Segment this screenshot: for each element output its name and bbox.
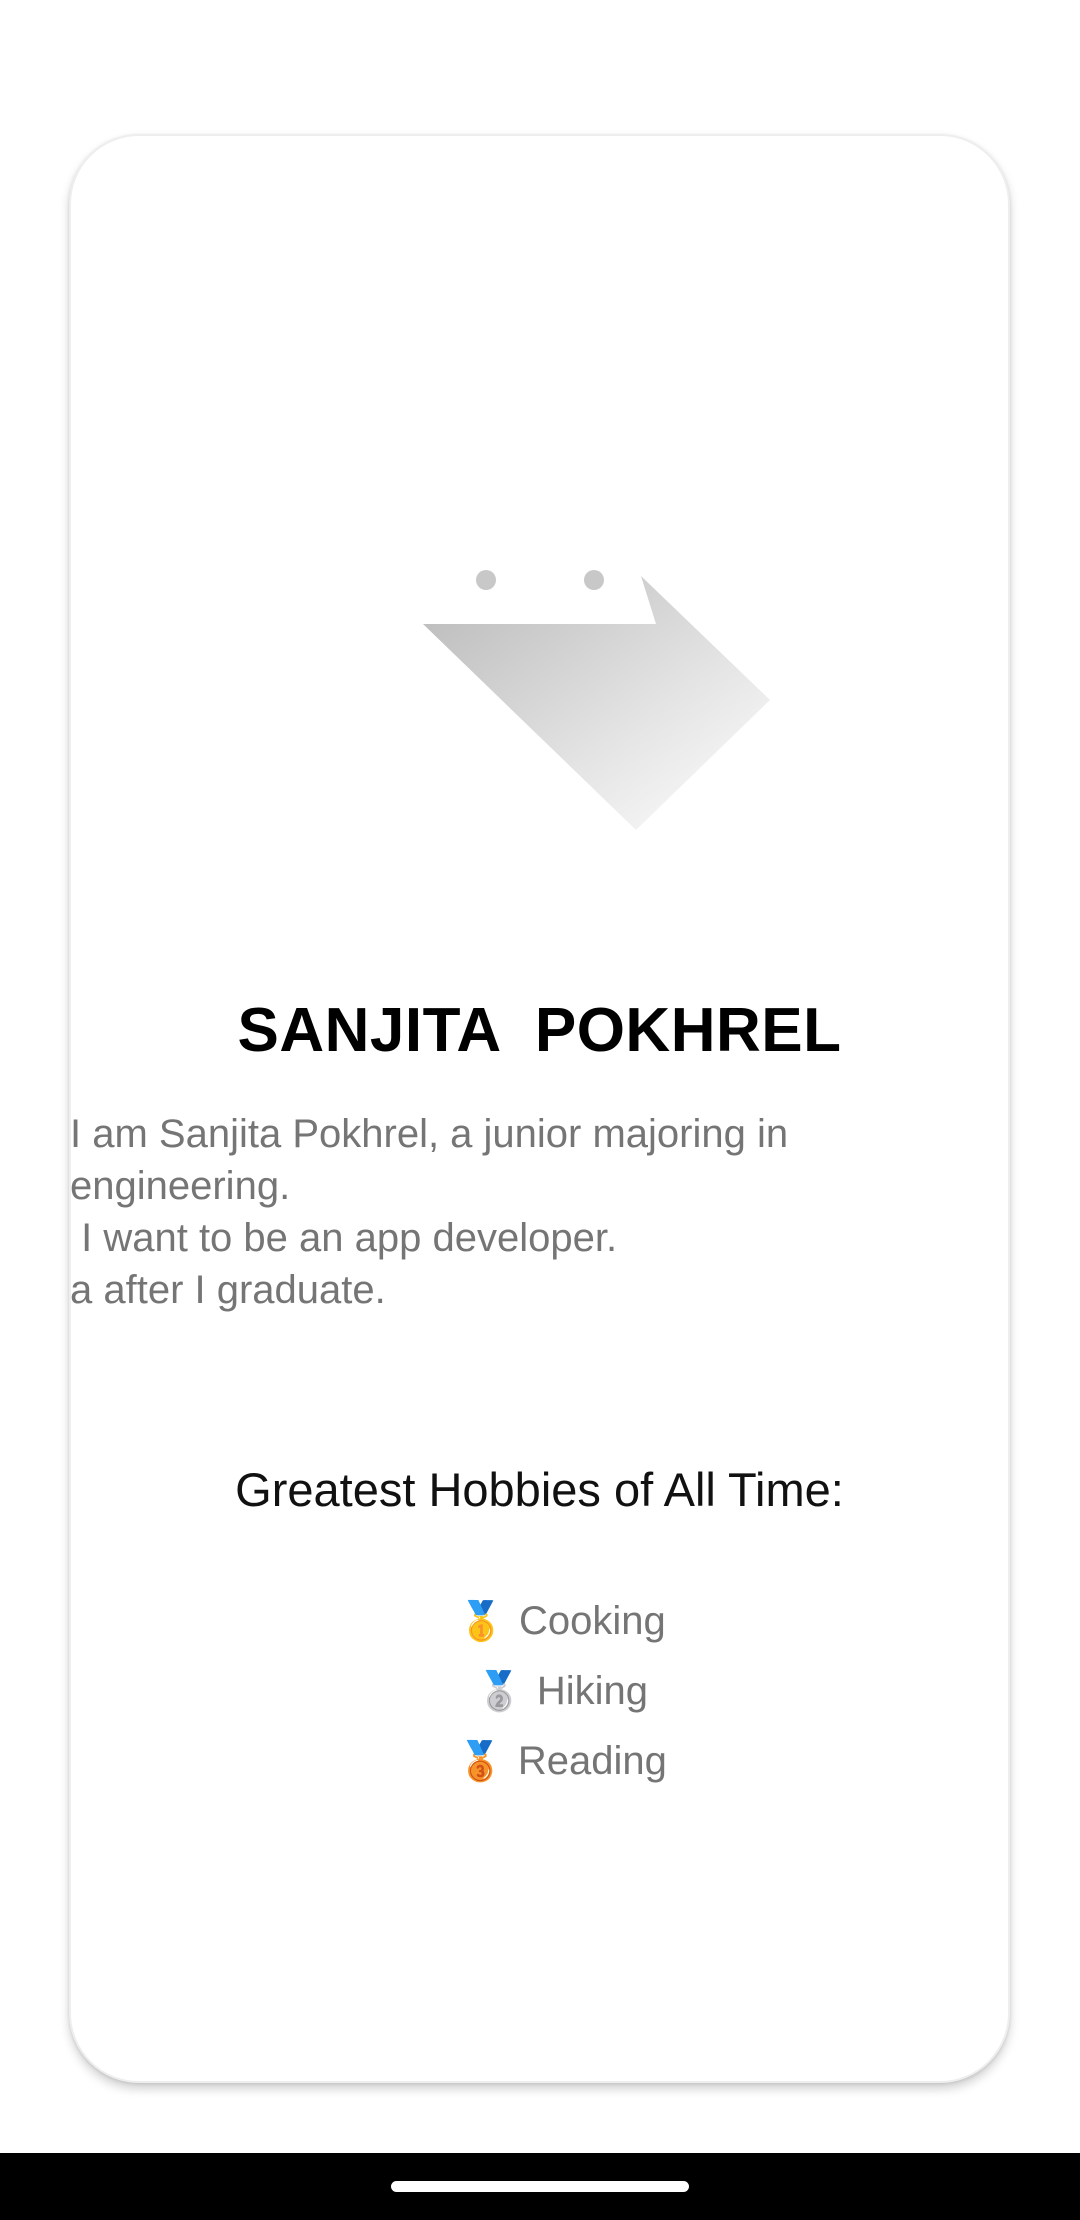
bio-line: I want to be an app developer.: [70, 1216, 618, 1260]
hobbies-title: Greatest Hobbies of All Time:: [235, 1463, 844, 1516]
system-navigation-bar: [0, 2153, 1080, 2220]
profile-name: SANJITA POKHREL: [237, 996, 842, 1065]
bio-line: engineering.: [70, 1164, 291, 1208]
profile-bio: I am Sanjita Pokhrel, a junior majoring …: [70, 1108, 970, 1316]
bio-line: I am Sanjita Pokhrel, a junior majoring …: [70, 1112, 789, 1156]
hobby-item-reading: 🥉 Reading: [69, 1694, 1010, 1829]
hobby-label: Reading: [517, 1739, 667, 1783]
avatar-placeholder-icon: [423, 570, 770, 830]
bio-line: a after I graduate.: [70, 1268, 386, 1312]
home-indicator[interactable]: [391, 2181, 689, 2192]
bronze-medal-icon: 🥉: [456, 1741, 504, 1783]
screen: SANJITA POKHREL I am Sanjita Pokhrel, a …: [0, 0, 1080, 2220]
